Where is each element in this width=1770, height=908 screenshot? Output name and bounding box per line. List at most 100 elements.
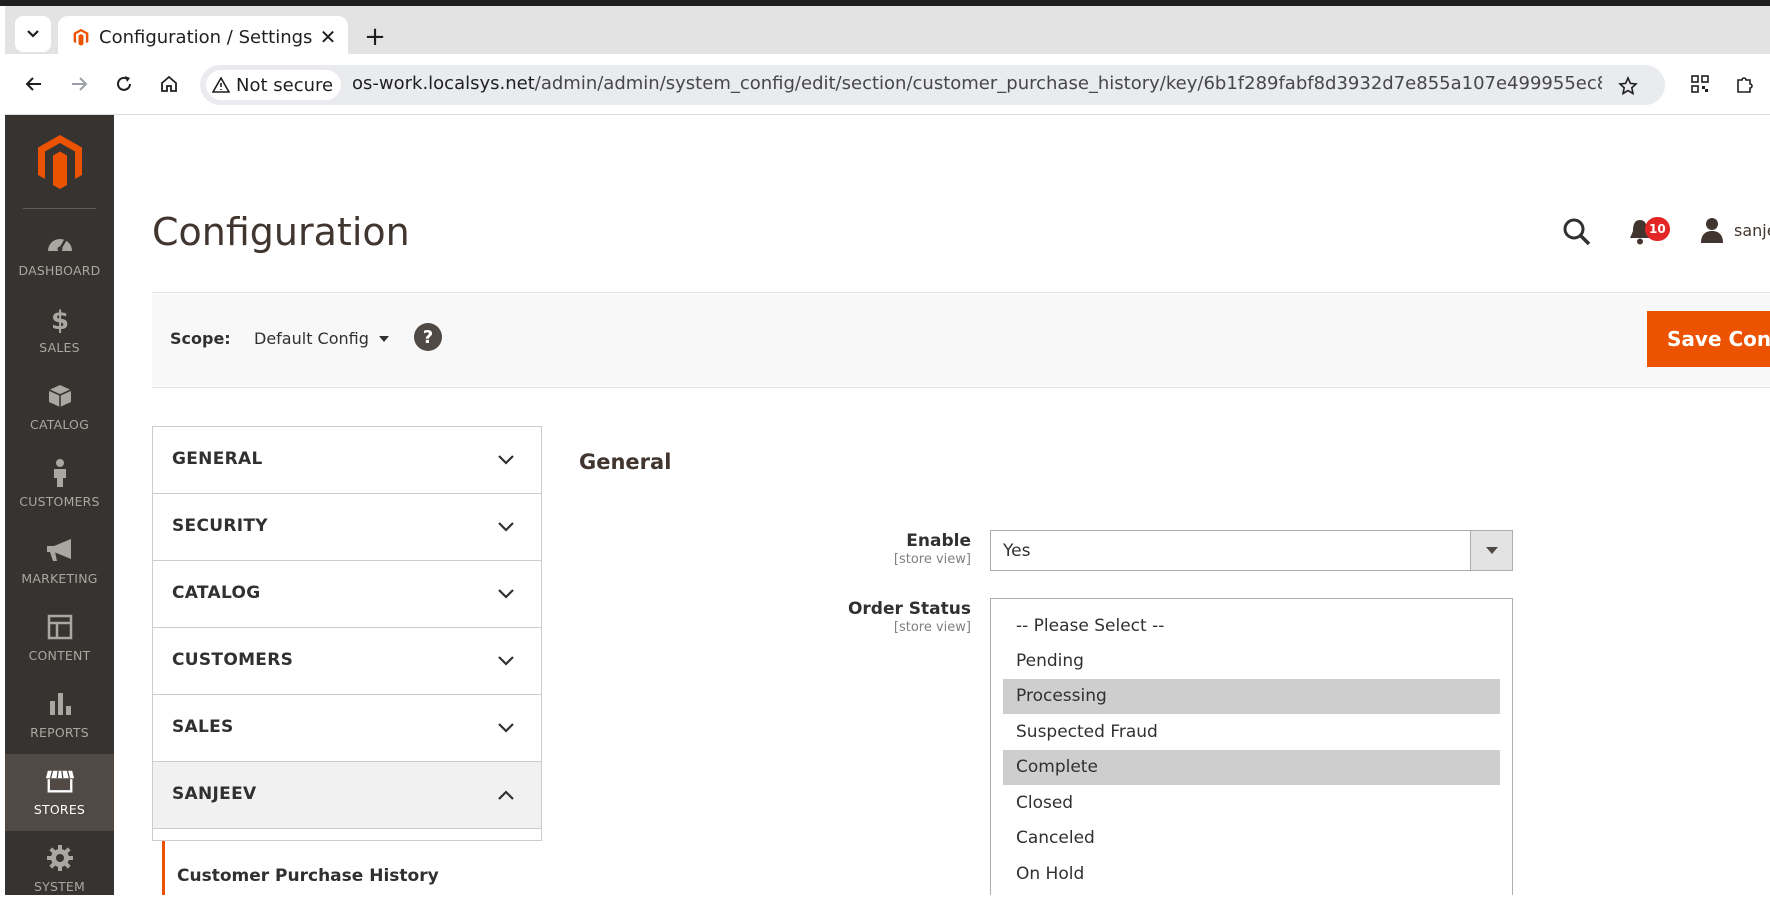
config-tab-security[interactable]: SECURITY <box>153 494 541 561</box>
magento-favicon-icon <box>73 28 89 46</box>
admin-user-name[interactable]: sanjeev <box>1734 221 1770 240</box>
config-tab-label: GENERAL <box>172 449 263 469</box>
tab-close-icon[interactable]: ✕ <box>316 25 340 49</box>
back-button[interactable] <box>19 69 49 99</box>
browser-chrome: Configuration / Settings / Sto ✕ + Not s… <box>0 0 1770 115</box>
sidebar-label-customers: CUSTOMERS <box>19 494 100 509</box>
config-tab-label: SANJEEV <box>172 784 257 804</box>
sidebar-label-catalog: CATALOG <box>30 417 89 432</box>
sidebar-label-content: CONTENT <box>28 648 91 663</box>
warning-icon <box>212 77 230 93</box>
reload-button[interactable] <box>109 69 139 99</box>
config-tab-sanjeev[interactable]: SANJEEV <box>153 762 541 829</box>
order-status-option[interactable]: Canceled <box>1003 821 1500 856</box>
bookmark-star-icon[interactable] <box>1615 73 1641 99</box>
scope-label: Scope: <box>170 329 231 348</box>
config-tabs-panel: GENERAL SECURITY CATALOG CUSTOMERS SALES… <box>152 426 542 841</box>
order-status-scope-label: [store view] <box>893 620 971 635</box>
store-icon <box>45 766 75 796</box>
url-text[interactable]: os-work.localsys.net/admin/admin/system_… <box>352 73 1602 97</box>
tab-bar: Configuration / Settings / Sto ✕ + <box>5 6 1770 60</box>
order-status-label: Order Status <box>847 599 971 619</box>
sidebar-label-system: SYSTEM <box>33 879 86 894</box>
sidebar-item-dashboard[interactable]: DASHBOARD <box>5 215 114 292</box>
caret-down-icon <box>378 335 389 342</box>
sidebar-item-stores[interactable]: STORES <box>5 754 114 831</box>
save-config-button[interactable]: Save Config <box>1647 311 1770 367</box>
sidebar-item-catalog[interactable]: CATALOG <box>5 369 114 446</box>
home-icon <box>161 75 177 92</box>
config-tab-sales[interactable]: SALES <box>153 695 541 762</box>
user-icon[interactable] <box>1700 217 1724 243</box>
tab-search-button[interactable] <box>15 16 51 52</box>
chevron-down-icon <box>27 30 39 38</box>
order-status-option[interactable]: Pending <box>1003 644 1500 679</box>
admin-sidebar: DASHBOARD $ SALES CATALOG CUSTOMERS MARK… <box>5 115 114 895</box>
star-icon <box>1618 76 1638 96</box>
config-tab-label: CATALOG <box>172 583 261 603</box>
order-status-option[interactable]: Complete <box>1003 750 1500 785</box>
arrow-right-icon <box>72 77 88 91</box>
select-toggle-button[interactable] <box>1470 531 1512 570</box>
chevron-down-icon <box>498 522 514 532</box>
sidebar-item-content[interactable]: CONTENT <box>5 600 114 677</box>
chevron-up-icon <box>498 790 514 800</box>
sub-link-label: Customer Purchase History <box>177 866 439 886</box>
enable-select[interactable]: Yes <box>990 530 1513 571</box>
sidebar-item-reports[interactable]: REPORTS <box>5 677 114 754</box>
config-sublink-customer-purchase-history[interactable]: Customer Purchase History <box>162 841 542 895</box>
help-icon[interactable]: ? <box>414 323 442 351</box>
enable-select-value: Yes <box>1003 541 1031 561</box>
page-title: Configuration <box>152 210 410 254</box>
url-path: /admin/admin/system_config/edit/section/… <box>534 73 1602 94</box>
scope-bar: Scope: Default Config ? Save Config <box>152 292 1770 388</box>
chevron-down-icon <box>498 589 514 599</box>
order-status-option[interactable]: On Hold <box>1003 857 1500 892</box>
search-icon[interactable] <box>1562 217 1592 247</box>
sidebar-label-sales: SALES <box>39 340 80 355</box>
config-tab-general[interactable]: GENERAL <box>153 427 541 494</box>
url-host: os-work.localsys.net <box>352 73 535 94</box>
config-tab-label: SECURITY <box>172 516 268 536</box>
order-status-option[interactable]: Closed <box>1003 786 1500 821</box>
chevron-down-icon <box>498 723 514 733</box>
sidebar-item-system[interactable]: SYSTEM <box>5 831 114 908</box>
dollar-icon: $ <box>45 304 75 334</box>
qr-code-button[interactable] <box>1685 69 1715 99</box>
order-status-multiselect[interactable]: -- Please Select -- Pending Processing S… <box>990 598 1513 895</box>
enable-scope-label: [store view] <box>893 552 971 567</box>
magento-logo-icon[interactable] <box>35 133 85 191</box>
order-status-option[interactable]: -- Please Select -- <box>1003 609 1500 644</box>
scope-value: Default Config <box>254 329 369 348</box>
sidebar-item-marketing[interactable]: MARKETING <box>5 523 114 600</box>
scope-switcher[interactable]: Default Config <box>254 329 389 348</box>
sidebar-item-customers[interactable]: CUSTOMERS <box>5 446 114 523</box>
sidebar-label-dashboard: DASHBOARD <box>18 263 101 278</box>
svg-text:$: $ <box>50 306 68 333</box>
forward-button[interactable] <box>64 69 94 99</box>
address-bar[interactable]: Not secure os-work.localsys.net/admin/ad… <box>200 65 1665 105</box>
chevron-down-icon <box>498 455 514 465</box>
new-tab-button[interactable]: + <box>360 22 390 52</box>
section-title: General <box>579 450 672 474</box>
sidebar-label-reports: REPORTS <box>30 725 89 740</box>
config-tab-catalog[interactable]: CATALOG <box>153 561 541 628</box>
config-tab-customers[interactable]: CUSTOMERS <box>153 628 541 695</box>
qr-code-icon <box>1691 75 1709 93</box>
enable-label: Enable <box>906 531 971 551</box>
notifications-badge[interactable]: 10 <box>1645 217 1670 241</box>
arrow-left-icon <box>25 77 41 91</box>
layout-icon <box>45 612 75 642</box>
browser-toolbar: Not secure os-work.localsys.net/admin/ad… <box>5 54 1770 115</box>
box-icon <box>45 381 75 411</box>
order-status-option[interactable]: Suspected Fraud <box>1003 715 1500 750</box>
home-button[interactable] <box>154 69 184 99</box>
logo-divider <box>23 208 96 209</box>
sidebar-item-sales[interactable]: $ SALES <box>5 292 114 369</box>
gear-icon <box>45 843 75 873</box>
sidebar-label-stores: STORES <box>33 802 86 817</box>
order-status-option[interactable]: Processing <box>1003 679 1500 714</box>
tab-title: Configuration / Settings / Sto <box>99 27 314 48</box>
site-info-chip[interactable]: Not secure <box>206 70 342 100</box>
extensions-button[interactable] <box>1730 69 1760 99</box>
